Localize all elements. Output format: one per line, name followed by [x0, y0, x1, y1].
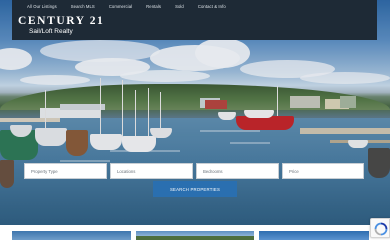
recaptcha-icon: [374, 222, 388, 236]
nav-link-commercial[interactable]: Commercial: [102, 4, 139, 9]
bedrooms-select[interactable]: Bedrooms: [196, 163, 279, 179]
top-navbar: All Our Listings Search MLS Commercial R…: [12, 0, 377, 40]
logo-brand: CENTURY 21: [18, 15, 105, 27]
property-search-form: Property Type Locations Bedrooms Price: [24, 163, 364, 179]
nav-link-sold[interactable]: Sold: [168, 4, 191, 9]
search-properties-button[interactable]: SEARCH PROPERTIES: [153, 181, 237, 197]
logo-office-name: Sail/Loft Realty: [29, 27, 73, 35]
featured-listings-strip: [0, 225, 390, 240]
site-logo[interactable]: CENTURY 21 Sail/Loft Realty: [18, 15, 105, 35]
nav-link-rentals[interactable]: Rentals: [139, 4, 168, 9]
nav-link-contact-info[interactable]: Contact & Info: [191, 4, 233, 9]
property-type-select[interactable]: Property Type: [24, 163, 107, 179]
listing-card-image[interactable]: [136, 231, 254, 240]
listing-card-image[interactable]: [259, 231, 369, 240]
nav-menu: All Our Listings Search MLS Commercial R…: [20, 4, 233, 9]
locations-select[interactable]: Locations: [110, 163, 193, 179]
nav-link-search-mls[interactable]: Search MLS: [64, 4, 102, 9]
price-select[interactable]: Price: [282, 163, 364, 179]
listing-card-image[interactable]: [12, 231, 131, 240]
recaptcha-badge[interactable]: [370, 218, 390, 238]
nav-link-all-our-listings[interactable]: All Our Listings: [20, 4, 64, 9]
